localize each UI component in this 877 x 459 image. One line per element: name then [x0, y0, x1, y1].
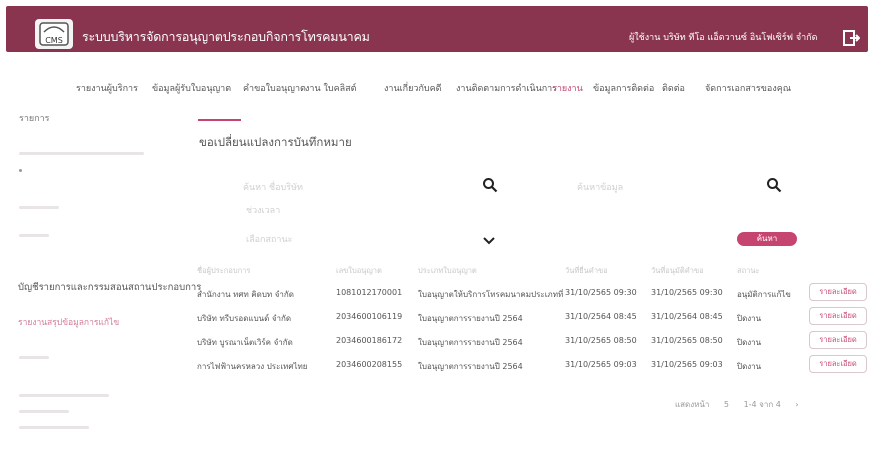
chevron-right-icon[interactable]: ›: [795, 400, 798, 409]
column-header-license-type: ประเภทใบอนุญาต: [418, 266, 477, 275]
pager-page-select[interactable]: 5: [724, 400, 729, 409]
sidebar: รายการ บัญชีรายการและกรรมสอนสถานประกอบกา…: [0, 106, 201, 429]
sidebar-placeholder-line: [19, 152, 144, 155]
sidebar-placeholder-line: [19, 426, 89, 429]
table-row: บริษัท ทรีบรอดแบนด์ จำกัด 2034600106119 …: [190, 307, 870, 329]
search-icon[interactable]: [766, 177, 782, 193]
nav-item-license-request[interactable]: คำขอใบอนุญาต: [243, 81, 306, 95]
cell-approved: 31/10/2564 08:45: [651, 312, 723, 321]
cell-license-type: ใบอนุญาตการรายงานปี 2564: [418, 314, 523, 323]
cell-company: บริษัท ทรีบรอดแบนด์ จำกัด: [197, 314, 292, 323]
cell-license-type: ใบอนุญาตการรายงานปี 2564: [418, 362, 523, 371]
nav-item-report[interactable]: รายงาน: [552, 81, 583, 95]
top-bar: CMS ระบบบริหารจัดการอนุญาตประกอบกิจการโท…: [6, 6, 868, 52]
table-row: บริษัท บูรณาเน็ตเวิร์ค จำกัด 20346001861…: [190, 331, 870, 353]
cell-submitted: 31/10/2565 09:03: [565, 360, 637, 369]
cell-license-type: ใบอนุญาตให้บริการโทรคมนาคมประเภทที่: [418, 290, 564, 299]
column-header-company: ชื่อผู้ประกอบการ: [197, 266, 251, 275]
chevron-down-icon[interactable]: [482, 231, 496, 245]
nav-item-documents[interactable]: จัดการเอกสารของคุณ: [705, 81, 791, 95]
cell-company: การไฟฟ้านครหลวง ประเทศไทย: [197, 362, 308, 371]
cell-approved: 31/10/2565 08:50: [651, 336, 723, 345]
column-header-submitted: วันที่ยื่นคำขอ: [565, 266, 608, 275]
keyword-search-field[interactable]: ค้นหาข้อมูล: [577, 180, 623, 194]
sidebar-placeholder-line: [19, 356, 49, 359]
cell-license-no: 1081012170001: [336, 288, 403, 297]
cell-company: บริษัท บูรณาเน็ตเวิร์ค จำกัด: [197, 338, 293, 347]
app-logo[interactable]: CMS: [35, 19, 73, 49]
nav-item-contact-info[interactable]: ข้อมูลการติดต่อ: [593, 81, 654, 95]
column-header-status: สถานะ: [737, 266, 760, 275]
cell-status: อนุมัติการแก้ไข: [737, 290, 791, 299]
nav-item-service-report[interactable]: รายงานผู้บริการ: [76, 81, 138, 95]
column-header-approved: วันที่อนุมัติคำขอ: [651, 266, 704, 275]
sidebar-placeholder-line: [19, 234, 49, 237]
column-header-license-no: เลขใบอนุญาต: [336, 266, 382, 275]
cell-license-type: ใบอนุญาตการรายงานปี 2564: [418, 338, 523, 347]
logo-text: CMS: [45, 36, 63, 45]
sidebar-placeholder-line: [19, 206, 59, 209]
status-select[interactable]: เลือกสถานะ: [246, 232, 292, 246]
nav-item-contact[interactable]: ติดต่อ: [662, 81, 685, 95]
cell-submitted: 31/10/2564 08:45: [565, 312, 637, 321]
pagination: แสดงหน้า 5 1-4 จาก 4 ›: [675, 398, 811, 411]
sidebar-heading: รายการ: [19, 114, 50, 124]
sidebar-item-license-companies[interactable]: บัญชีรายการและกรรมสอนสถานประกอบการ: [18, 280, 201, 295]
company-search-field[interactable]: ค้นหา ชื่อบริษัท: [243, 180, 303, 194]
nav-item-cases[interactable]: งานเกี่ยวกับคดี: [384, 81, 441, 95]
cms-logo-icon: CMS: [39, 22, 69, 46]
cell-approved: 31/10/2565 09:03: [651, 360, 723, 369]
cell-company: สำนักงาน ทศท คิดบท จำกัด: [197, 290, 294, 299]
detail-button[interactable]: รายละเอียด: [809, 307, 867, 325]
app-title: ระบบบริหารจัดการอนุญาตประกอบกิจการโทรคมน…: [82, 29, 370, 44]
cell-status: ปิดงาน: [737, 338, 762, 347]
nav-item-tracking[interactable]: งานติดตามการดำเนินการ: [456, 81, 557, 95]
cell-status: ปิดงาน: [737, 314, 762, 323]
table-row: การไฟฟ้านครหลวง ประเทศไทย 2034600208155 …: [190, 355, 870, 377]
cell-submitted: 31/10/2565 09:30: [565, 288, 637, 297]
cell-approved: 31/10/2565 09:30: [651, 288, 723, 297]
nav-item-licensee-info[interactable]: ข้อมูลผู้รับใบอนุญาต: [152, 81, 231, 95]
sidebar-bullet: [19, 169, 22, 172]
main-nav: รายงานผู้บริการ ข้อมูลผู้รับใบอนุญาต คำข…: [0, 81, 877, 97]
date-range-field[interactable]: ช่วงเวลา: [246, 203, 280, 217]
sidebar-placeholder-line: [19, 410, 69, 413]
cell-license-no: 2034600186172: [336, 336, 403, 345]
search-icon[interactable]: [482, 177, 498, 193]
detail-button[interactable]: รายละเอียด: [809, 355, 867, 373]
table-row: สำนักงาน ทศท คิดบท จำกัด 1081012170001 ใ…: [190, 283, 870, 305]
nav-item-checklist[interactable]: งาน ใบคลิสต์: [305, 81, 356, 95]
user-name[interactable]: ผู้ใช้งาน บริษัท ทีโอ แอ็ดวานซ์ อินโฟเซิ…: [629, 30, 817, 44]
pager-range: 1-4 จาก 4: [743, 400, 781, 409]
sidebar-item-summary-report[interactable]: รายงานสรุปข้อมูลการแก้ไข: [18, 315, 119, 329]
cell-status: ปิดงาน: [737, 362, 762, 371]
cell-license-no: 2034600208155: [336, 360, 403, 369]
search-button[interactable]: ค้นหา: [737, 232, 797, 246]
cell-license-no: 2034600106119: [336, 312, 403, 321]
detail-button[interactable]: รายละเอียด: [809, 331, 867, 349]
pager-rows-label: แสดงหน้า: [675, 400, 710, 409]
sidebar-placeholder-line: [19, 394, 109, 397]
page-title: ขอเปลี่ยนแปลงการบันทึกหมาย: [199, 135, 352, 149]
active-tab-indicator: [198, 119, 241, 121]
logout-icon[interactable]: [842, 29, 861, 47]
cell-submitted: 31/10/2565 08:50: [565, 336, 637, 345]
detail-button[interactable]: รายละเอียด: [809, 283, 867, 301]
